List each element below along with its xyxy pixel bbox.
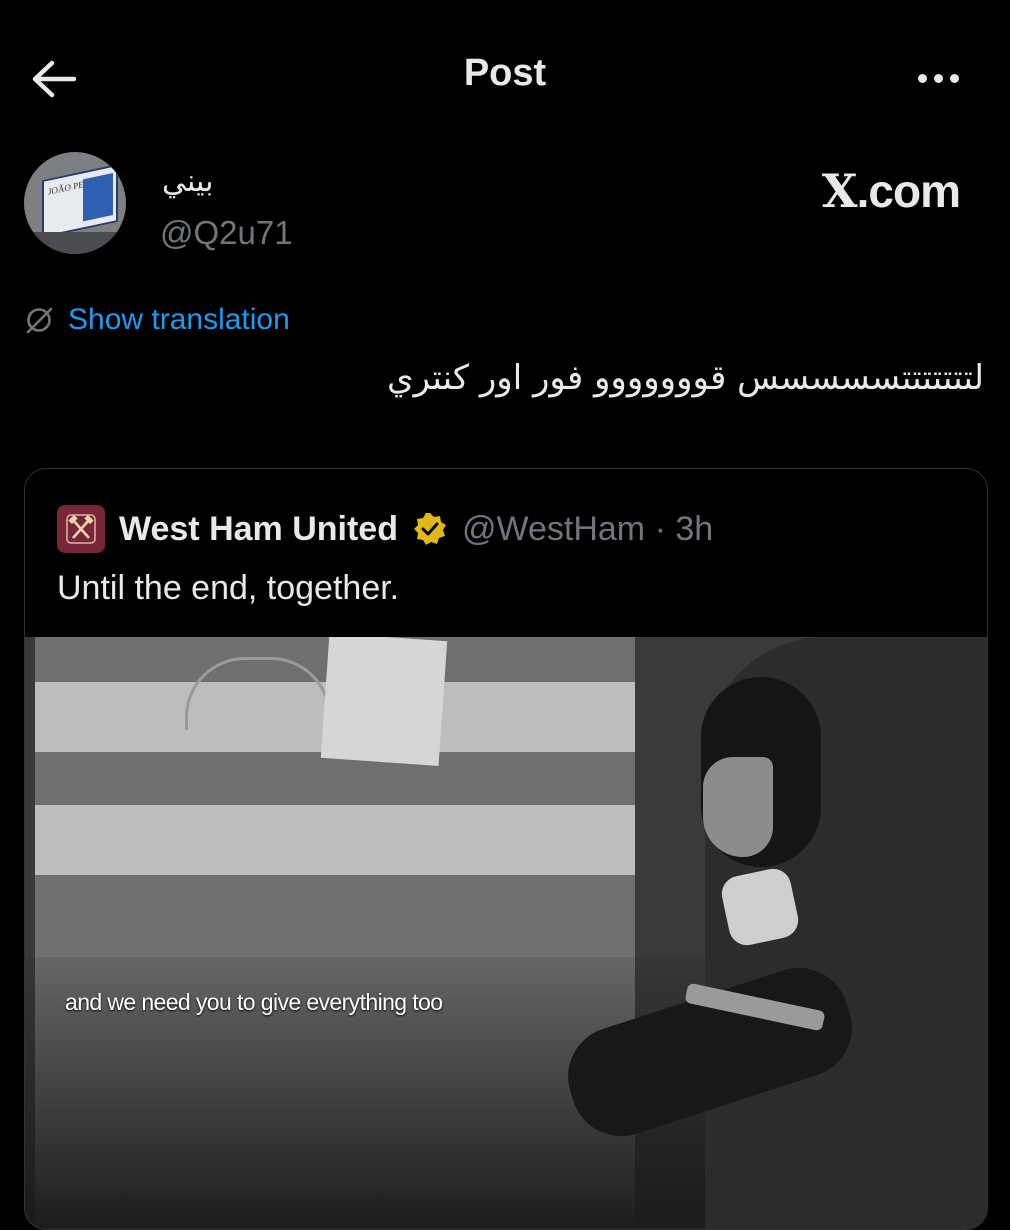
author-display-name[interactable]: بيني xyxy=(162,164,213,199)
quoted-post-header: West Ham United @WestHam · 3h xyxy=(57,505,714,553)
post-author: JOÃO PEDRO بيني @Q2u71 X.com xyxy=(24,152,984,262)
translate-globe-icon xyxy=(26,307,53,334)
more-options-button[interactable] xyxy=(902,58,974,98)
top-bar: Post xyxy=(0,0,1010,150)
author-handle[interactable]: @Q2u71 xyxy=(160,214,293,252)
quoted-author-name[interactable]: West Ham United xyxy=(119,510,398,549)
verified-badge-icon xyxy=(413,513,446,545)
x-watermark-text: .com xyxy=(856,165,961,217)
page-title: Post xyxy=(463,52,547,94)
avatar[interactable]: JOÃO PEDRO xyxy=(24,152,126,254)
west-ham-crest-avatar[interactable] xyxy=(57,505,105,553)
quoted-post[interactable]: West Ham United @WestHam · 3h Until the … xyxy=(24,468,988,1230)
x-logo-icon: X xyxy=(821,164,858,218)
quoted-video[interactable]: and we need you to give everything too xyxy=(25,637,987,1229)
crossed-hammers-icon xyxy=(66,514,96,544)
quoted-author-handle: @WestHam · 3h xyxy=(461,509,714,548)
x-watermark: X.com xyxy=(821,164,961,218)
more-horizontal-icon xyxy=(917,73,927,83)
post-text: لتتتتتتتسسسسس قووووووو فور اور كنتري xyxy=(386,358,984,398)
show-translation-label: Show translation xyxy=(68,303,290,336)
show-translation-button[interactable]: Show translation xyxy=(24,300,290,340)
quoted-post-text: Until the end, together. xyxy=(57,569,400,607)
video-caption: and we need you to give everything too xyxy=(65,989,443,1015)
avatar-billboard: JOÃO PEDRO xyxy=(42,163,118,239)
quoted-timestamp: 3h xyxy=(675,509,714,548)
